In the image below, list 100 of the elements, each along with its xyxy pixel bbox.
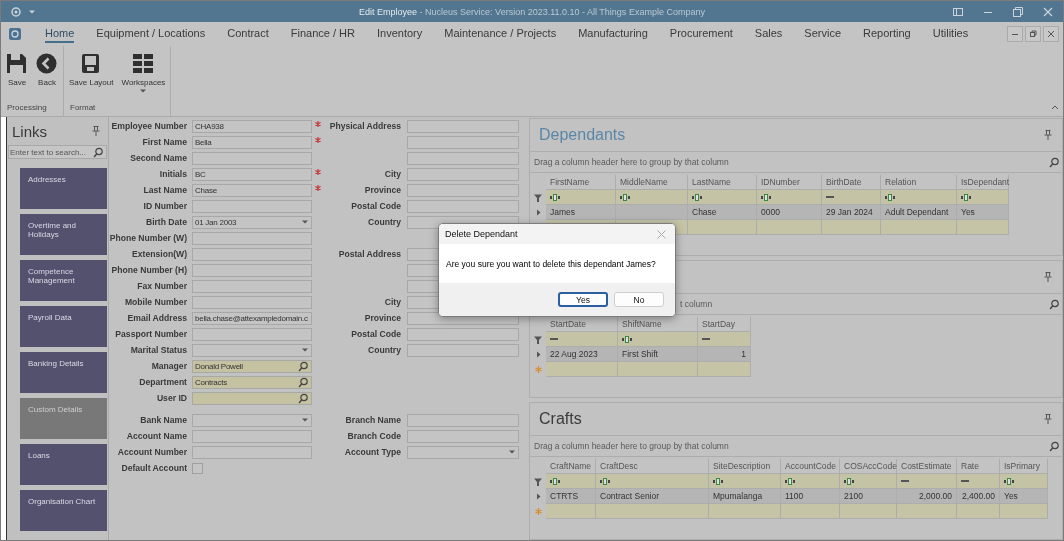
pin-icon[interactable] — [1044, 272, 1052, 282]
text-field[interactable] — [407, 183, 519, 197]
column-header[interactable]: CraftName — [546, 459, 596, 474]
filter-cell[interactable] — [897, 474, 957, 489]
ribbon-button[interactable]: Back — [35, 51, 59, 103]
close-button[interactable] — [1043, 26, 1059, 42]
text-field[interactable]: Chase — [192, 183, 312, 197]
text-filter-icon[interactable] — [785, 477, 797, 485]
menu-tab[interactable]: Contract — [227, 25, 269, 43]
menu-tab[interactable]: Utilities — [932, 25, 969, 43]
text-field[interactable] — [192, 445, 312, 459]
search-field[interactable]: Enter text to search... — [8, 145, 107, 159]
text-field[interactable] — [192, 247, 312, 261]
link-tile[interactable]: Addresses — [20, 168, 107, 209]
menu-tab[interactable]: Equipment / Locations — [96, 25, 206, 43]
caret-icon[interactable] — [508, 449, 516, 455]
column-header[interactable]: Rate — [957, 459, 1000, 474]
column-header[interactable]: FirstName — [546, 175, 616, 190]
search-icon[interactable] — [1049, 298, 1060, 310]
column-header[interactable]: CraftDesc — [596, 459, 709, 474]
filter-cell[interactable] — [546, 190, 616, 205]
filter-icon[interactable] — [534, 193, 542, 202]
dropdown-field[interactable] — [407, 445, 519, 459]
dash-icon[interactable] — [826, 195, 834, 199]
column-header[interactable]: SiteDescription — [709, 459, 781, 474]
lookup-field[interactable]: Contracts — [192, 375, 312, 389]
text-filter-icon[interactable] — [961, 193, 973, 201]
text-filter-icon[interactable] — [844, 477, 856, 485]
dropdown-field[interactable]: 01 Jan 2003 — [192, 215, 312, 229]
ribbon-button[interactable]: Workspaces — [120, 51, 167, 103]
restore-button[interactable] — [1025, 26, 1041, 42]
menu-tab[interactable]: Sales — [754, 25, 783, 43]
column-header[interactable]: IsDependant — [957, 175, 1009, 190]
text-field[interactable]: bella.chase@attexampledomain.c — [192, 311, 312, 325]
text-field[interactable] — [192, 199, 312, 213]
filter-cell[interactable] — [616, 190, 688, 205]
menu-tab[interactable]: Service — [804, 25, 842, 43]
filter-cell[interactable] — [957, 474, 1000, 489]
menu-tab[interactable]: Inventory — [377, 25, 423, 43]
dropdown-field[interactable] — [192, 343, 312, 357]
filter-cell[interactable] — [957, 190, 1009, 205]
search-icon[interactable] — [298, 392, 309, 404]
link-tile[interactable]: Loans — [20, 444, 107, 485]
text-field[interactable] — [407, 119, 519, 133]
text-field[interactable] — [192, 327, 312, 341]
column-header[interactable]: COSAccCode — [840, 459, 897, 474]
filter-cell[interactable] — [688, 190, 757, 205]
text-field[interactable]: CHA938 — [192, 119, 312, 133]
gear-icon[interactable] — [11, 6, 21, 17]
filter-icon[interactable] — [534, 335, 542, 344]
filter-cell[interactable] — [1000, 474, 1048, 489]
column-header[interactable]: IDNumber — [757, 175, 822, 190]
column-header[interactable]: LastName — [688, 175, 757, 190]
text-field[interactable] — [407, 167, 519, 181]
caret-icon[interactable] — [28, 8, 36, 15]
column-header[interactable]: AccountCode — [781, 459, 840, 474]
filter-cell[interactable] — [618, 332, 698, 347]
search-icon[interactable] — [1049, 156, 1060, 168]
caret-icon[interactable] — [301, 417, 309, 423]
no-button[interactable]: No — [614, 292, 664, 307]
restore-icon[interactable] — [1013, 6, 1023, 17]
menu-tab[interactable]: Reporting — [863, 25, 911, 43]
link-tile[interactable]: Banking Details — [20, 352, 107, 393]
panel-icon[interactable] — [953, 6, 963, 17]
link-tile[interactable]: Competence Management — [20, 260, 107, 301]
search-icon[interactable] — [298, 376, 309, 388]
search-icon[interactable] — [1049, 440, 1060, 452]
column-header[interactable]: Relation — [881, 175, 957, 190]
menu-tab[interactable]: Manufacturing — [578, 25, 648, 43]
column-header[interactable]: ShiftName — [618, 317, 698, 332]
menu-tab[interactable]: Home — [45, 25, 75, 43]
close-icon[interactable] — [657, 229, 666, 239]
text-field[interactable] — [407, 343, 519, 357]
text-filter-icon[interactable] — [600, 477, 612, 485]
text-field[interactable] — [407, 429, 519, 443]
checkbox[interactable] — [192, 462, 203, 474]
link-tile[interactable]: Payroll Data — [20, 306, 107, 347]
text-filter-icon[interactable] — [692, 193, 704, 201]
text-filter-icon[interactable] — [761, 193, 773, 201]
text-field[interactable] — [407, 327, 519, 341]
text-filter-icon[interactable] — [1004, 477, 1016, 485]
dash-icon[interactable] — [961, 479, 969, 483]
column-header[interactable]: StartDay — [698, 317, 751, 332]
caret-icon[interactable] — [301, 219, 309, 225]
text-field[interactable] — [192, 263, 312, 277]
text-field[interactable] — [192, 231, 312, 245]
search-icon[interactable] — [93, 147, 104, 158]
text-field[interactable] — [192, 279, 312, 293]
text-field[interactable] — [407, 199, 519, 213]
filter-cell[interactable] — [698, 332, 751, 347]
ribbon-button[interactable]: Save Layout — [68, 51, 115, 103]
dash-icon[interactable] — [901, 479, 909, 483]
close-icon[interactable] — [1043, 6, 1053, 17]
filter-cell[interactable] — [546, 332, 618, 347]
text-field[interactable] — [407, 413, 519, 427]
text-field[interactable] — [192, 429, 312, 443]
search-icon[interactable] — [298, 360, 309, 372]
filter-cell[interactable] — [781, 474, 840, 489]
text-field[interactable] — [407, 151, 519, 165]
app-icon[interactable] — [9, 28, 21, 40]
